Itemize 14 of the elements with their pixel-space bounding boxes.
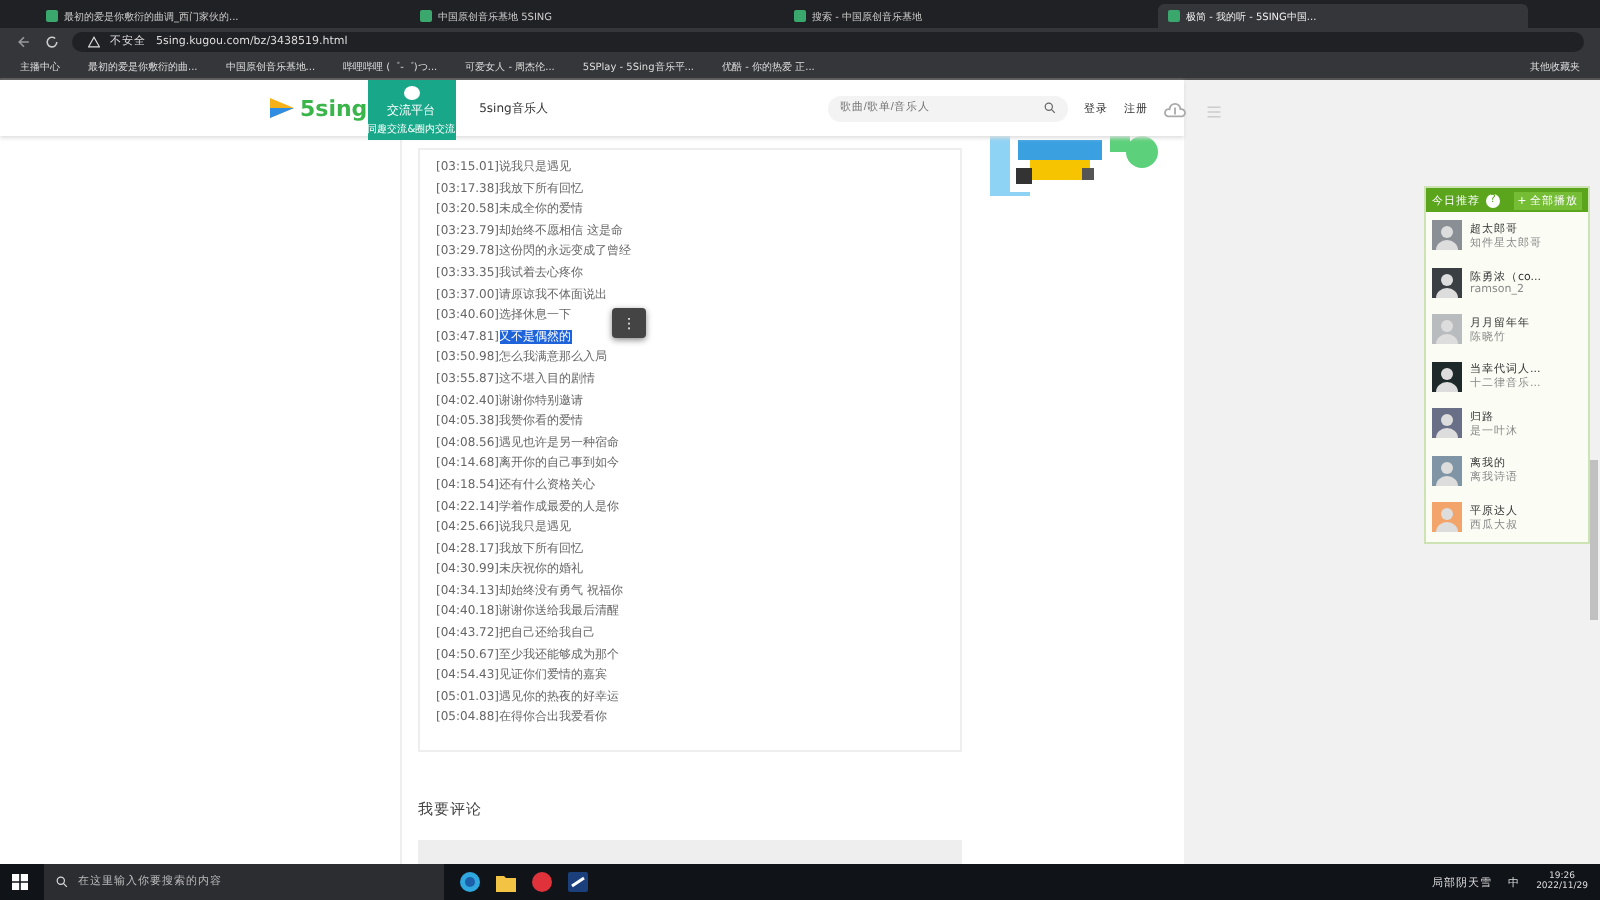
back-icon bbox=[16, 33, 32, 49]
reload-icon bbox=[44, 33, 60, 49]
browser-icon bbox=[460, 872, 480, 892]
comment-field[interactable] bbox=[418, 840, 962, 864]
warning-icon bbox=[88, 35, 100, 47]
steam-icon bbox=[568, 872, 588, 892]
scrollbar-thumb[interactable] bbox=[1589, 460, 1597, 620]
download-icon bbox=[1163, 101, 1186, 119]
windows-icon bbox=[12, 874, 28, 890]
search-icon bbox=[1043, 102, 1056, 114]
music-app-icon bbox=[532, 872, 552, 892]
chat-icon bbox=[403, 85, 420, 99]
menu-icon bbox=[1205, 103, 1222, 119]
folder-icon bbox=[496, 872, 516, 892]
